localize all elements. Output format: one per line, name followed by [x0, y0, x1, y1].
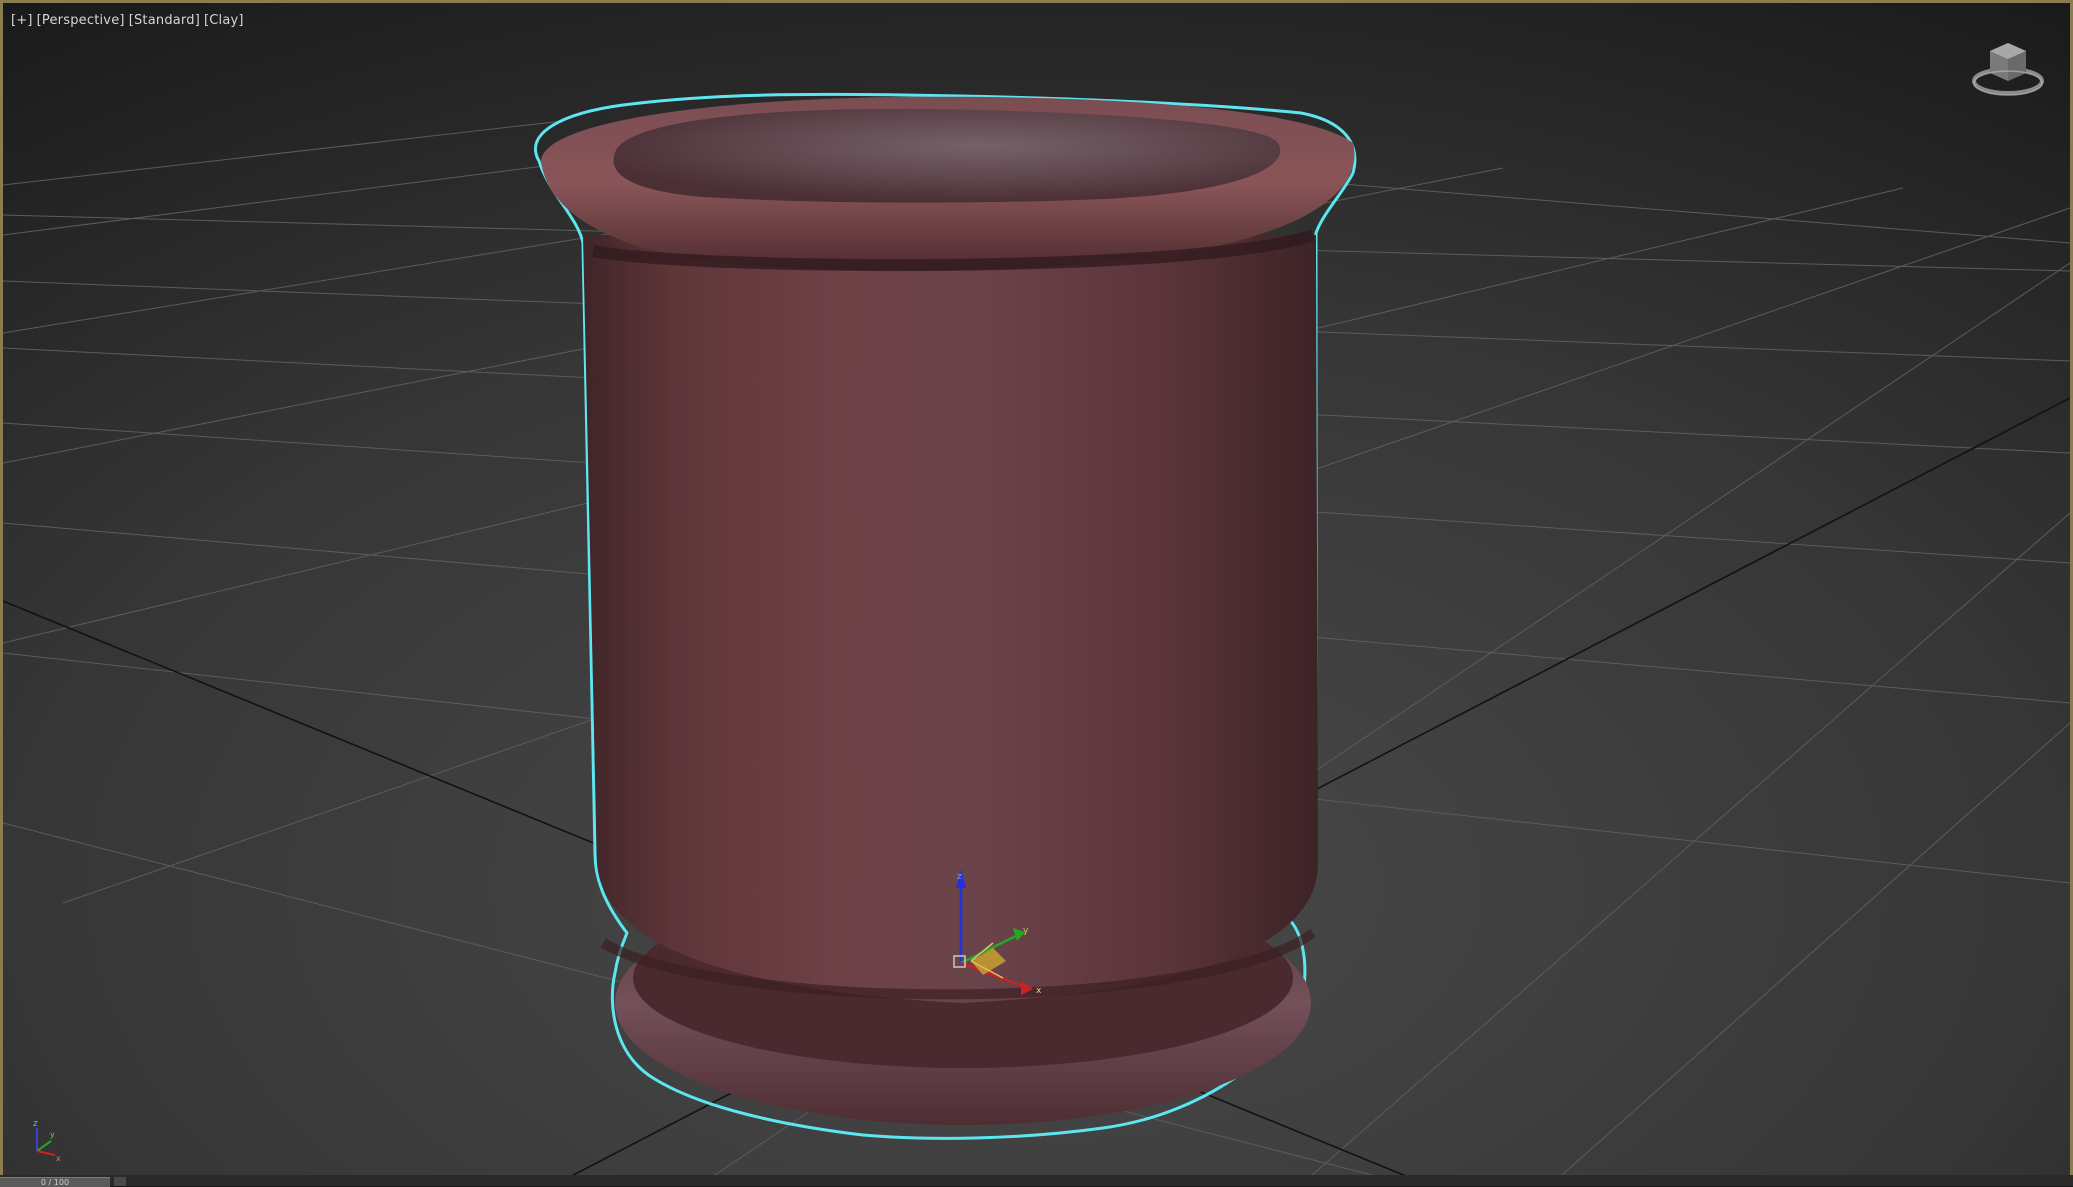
viewport-menu-plus[interactable]: [+]: [11, 13, 33, 28]
viewport-scene[interactable]: z y x z y x: [3, 3, 2070, 1183]
viewport-menu-clay[interactable]: [Clay]: [204, 13, 244, 28]
pot-body: [583, 235, 1318, 1003]
corner-axis-x: x: [56, 1154, 61, 1163]
time-slider-next-button[interactable]: [114, 1177, 126, 1186]
corner-axis-y: y: [50, 1130, 55, 1139]
viewport-menu-perspective[interactable]: [Perspective]: [37, 13, 125, 28]
viewport-menu-standard[interactable]: [Standard]: [129, 13, 200, 28]
corner-axis-z: z: [33, 1119, 38, 1129]
viewport-label-menu: [+] [Perspective] [Standard] [Clay]: [11, 13, 248, 28]
gizmo-axis-x: x: [1036, 986, 1042, 996]
viewcube-icon[interactable]: [1968, 39, 2048, 99]
pot-opening: [613, 108, 1281, 203]
gizmo-axis-z: z: [957, 872, 962, 882]
timeline-bar: [0, 1175, 2073, 1186]
perspective-viewport[interactable]: z y x z y x [+] [Perspective] [Standard] [C…: [0, 0, 2073, 1186]
gizmo-axis-y: y: [1023, 926, 1029, 936]
